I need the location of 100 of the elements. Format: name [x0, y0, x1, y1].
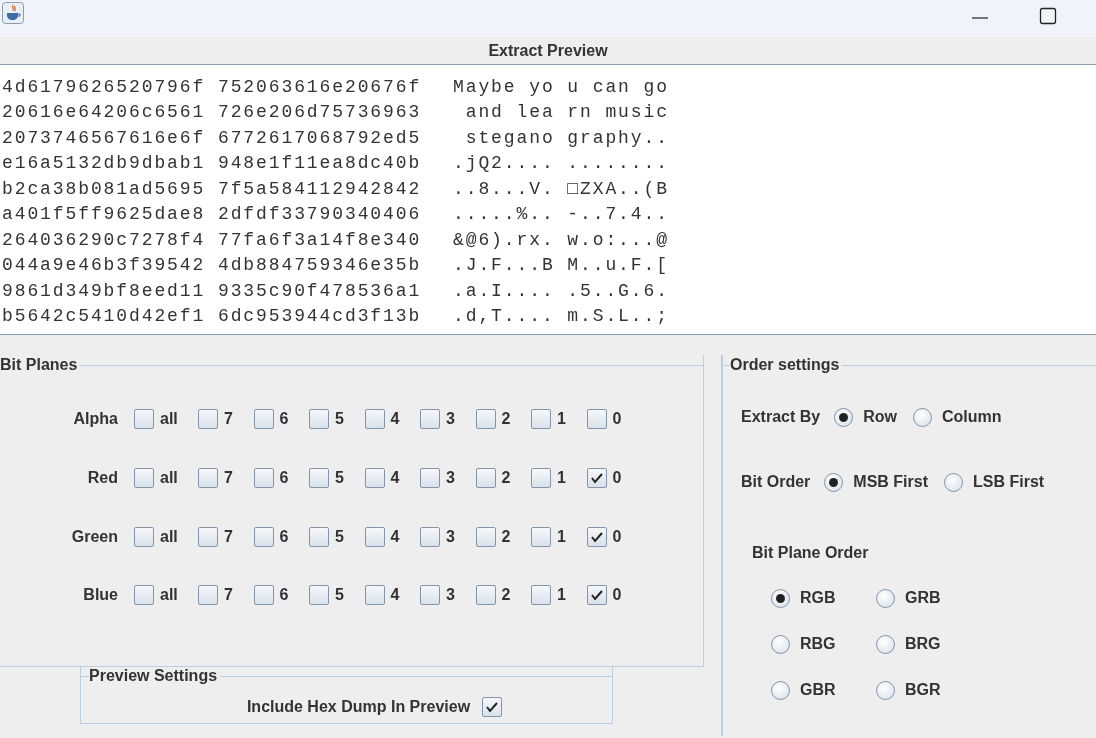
checkbox-label: 5 [335, 526, 344, 547]
checkbox[interactable] [531, 468, 551, 489]
radio-button[interactable] [834, 407, 854, 427]
option-label: GRB [905, 588, 941, 608]
checkbox[interactable] [531, 409, 551, 430]
checkbox[interactable] [134, 585, 154, 606]
checkbox-label: 1 [557, 468, 566, 489]
checkbox-label: 4 [390, 585, 400, 606]
checkbox-label: 0 [612, 585, 622, 606]
checkbox-label: 0 [612, 468, 622, 489]
checkbox[interactable] [309, 585, 329, 606]
checkbox-label: 4 [390, 468, 400, 489]
section-label: Bit Plane Order [752, 544, 869, 561]
ascii-text: stegano graphy.. [464, 128, 669, 147]
radio-button[interactable] [876, 680, 895, 700]
checkbox[interactable] [475, 468, 496, 489]
radio-button[interactable] [824, 472, 844, 492]
radio-button[interactable] [876, 588, 895, 608]
checkbox-label: 3 [446, 526, 455, 547]
checkbox[interactable] [475, 409, 496, 430]
checkbox[interactable] [253, 585, 274, 606]
checkbox[interactable] [586, 409, 607, 430]
hex-text: 044a9e46b3f39542 4db884759346e35b [2, 256, 423, 275]
hex-text: a401f5ff9625dae8 2dfdf33790340406 [2, 205, 423, 224]
ascii-text: .a.I.... .5..G.6. [453, 281, 669, 300]
hex-text: 2073746567616e6f 6772617068792ed5 [2, 128, 423, 147]
channel-label: Alpha [72, 409, 118, 430]
checkbox[interactable] [198, 526, 218, 547]
checkbox-label: 6 [279, 409, 289, 430]
ascii-text: Maybe yo u can go [453, 77, 669, 96]
check-icon [589, 471, 604, 486]
hex-text: e16a5132db9dbab1 948e1f11ea8dc40b [2, 154, 423, 173]
ascii-text: .....%.. -..7.4.. [453, 205, 669, 224]
hex-text: 9861d349bf8eed11 9335c90f478536a1 [2, 281, 423, 300]
checkbox[interactable] [134, 409, 154, 430]
ascii-text: .jQ2.... ........ [453, 154, 669, 173]
option-label: BGR [905, 680, 941, 700]
checkbox[interactable] [475, 526, 496, 547]
checkbox[interactable] [586, 585, 607, 606]
hex-text: b5642c5410d42ef1 6dc953944cd3f13b [2, 307, 423, 326]
checkbox[interactable] [198, 585, 218, 606]
checkbox[interactable] [253, 526, 274, 547]
checkbox-label: 2 [501, 468, 511, 489]
checkbox[interactable] [364, 585, 385, 606]
option-label: Column [941, 407, 1002, 427]
checkbox[interactable] [531, 526, 551, 547]
radio-button[interactable] [876, 634, 895, 654]
checkbox-label: 0 [612, 409, 622, 430]
checkbox[interactable] [420, 585, 440, 606]
checkbox[interactable] [198, 409, 218, 430]
checkbox[interactable] [482, 697, 503, 717]
checkbox-label: 5 [335, 468, 344, 489]
checkbox-label: 4 [390, 409, 400, 430]
checkbox[interactable] [309, 409, 329, 430]
checkbox[interactable] [586, 526, 607, 547]
checkbox[interactable] [364, 409, 385, 430]
checkbox-label: 7 [224, 585, 233, 606]
checkbox-label: 7 [224, 409, 233, 430]
checkbox-label: 2 [501, 526, 511, 547]
hex-text: 4d6179626520796f 752063616e20676f [2, 77, 423, 96]
checkbox[interactable] [586, 468, 607, 489]
hex-text: b2ca38b081ad5695 7f5a584112942842 [2, 179, 423, 198]
checkbox[interactable] [198, 468, 218, 489]
field-label: Bit Order [741, 472, 811, 492]
panel-title: Extract Preview [488, 40, 608, 61]
checkbox[interactable] [475, 585, 496, 606]
option-label: GBR [800, 680, 836, 700]
checkbox-label: 7 [224, 468, 233, 489]
checkbox[interactable] [253, 468, 274, 489]
checkbox[interactable] [364, 468, 385, 489]
checkbox-label: 6 [279, 468, 289, 489]
checkbox-label: 0 [612, 526, 622, 547]
checkbox[interactable] [134, 468, 154, 489]
checkbox[interactable] [134, 526, 154, 547]
radio-button[interactable] [912, 407, 932, 427]
checkbox-label: 2 [501, 585, 511, 606]
checkbox-label: 5 [335, 409, 344, 430]
checkbox[interactable] [309, 468, 329, 489]
radio-button[interactable] [771, 634, 790, 654]
option-label: LSB First [973, 472, 1045, 492]
maximize-icon[interactable] [1037, 5, 1059, 27]
checkbox[interactable] [253, 409, 274, 430]
radio-button[interactable] [944, 472, 963, 492]
checkbox-label: all [160, 585, 178, 606]
checkbox-label: 4 [390, 526, 400, 547]
option-label: BRG [905, 634, 941, 654]
checkbox[interactable] [420, 468, 440, 489]
checkbox-label: 1 [557, 526, 566, 547]
group-title: Order settings [730, 355, 841, 375]
checkbox[interactable] [364, 526, 385, 547]
checkbox-label: 1 [557, 585, 566, 606]
option-label: RGB [800, 588, 836, 608]
checkbox[interactable] [420, 526, 440, 547]
app-icon[interactable] [2, 2, 24, 24]
ascii-text: .d,T.... m.S.L..; [453, 307, 669, 326]
radio-button[interactable] [771, 588, 790, 608]
checkbox[interactable] [531, 585, 551, 606]
checkbox[interactable] [309, 526, 329, 547]
radio-button[interactable] [771, 680, 790, 700]
checkbox[interactable] [420, 409, 440, 430]
